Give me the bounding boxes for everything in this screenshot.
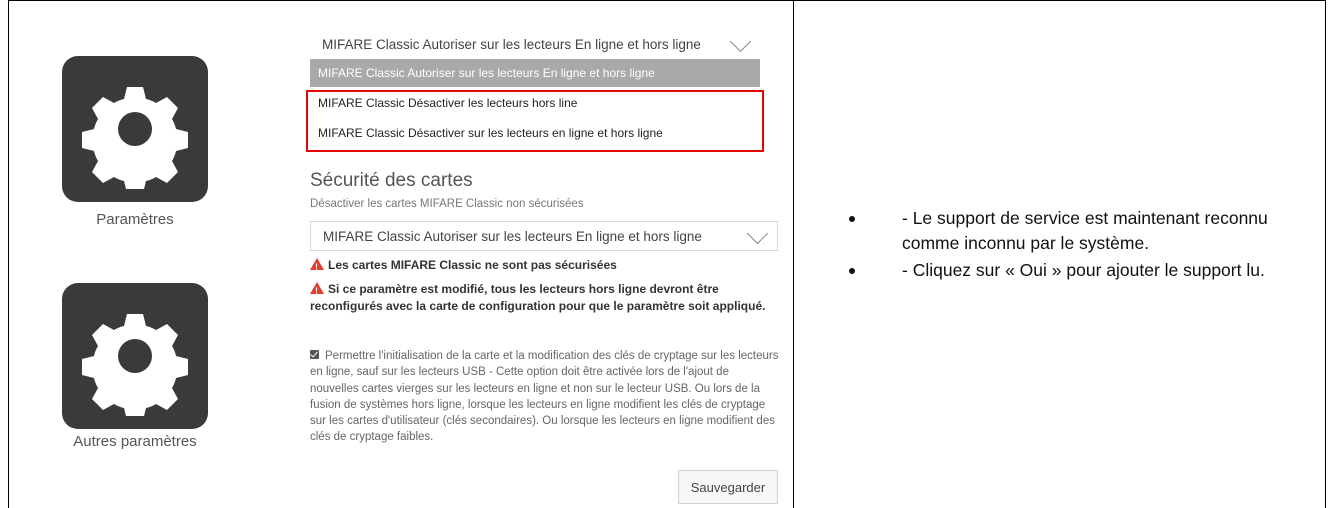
list-item: - Le support de service est maintenant r… <box>844 206 1314 256</box>
checkbox[interactable] <box>310 350 319 359</box>
warning-message: Si ce paramètre est modifié, tous les le… <box>310 281 780 315</box>
list-item-text: - Cliquez sur « Oui » pour ajouter le su… <box>902 260 1265 280</box>
init-option: Permettre l'initialisation de la carte e… <box>310 348 780 446</box>
warning-text: Si ce paramètre est modifié, tous les le… <box>310 282 766 313</box>
chevron-down-icon <box>729 30 752 53</box>
column-divider <box>793 0 794 508</box>
section-subtitle: Désactiver les cartes MIFARE Classic non… <box>310 198 584 210</box>
list-item: - Cliquez sur « Oui » pour ajouter le su… <box>844 258 1314 283</box>
gear-icon <box>82 314 188 416</box>
gear-icon <box>82 87 188 189</box>
bullet-icon <box>849 268 855 274</box>
mifare-select-value: MIFARE Classic Autoriser sur les lecteur… <box>322 36 701 52</box>
mifare-select-open[interactable]: MIFARE Classic Autoriser sur les lecteur… <box>310 29 760 59</box>
section-title: Sécurité des cartes <box>310 170 473 191</box>
card-security-select-value: MIFARE Classic Autoriser sur les lecteur… <box>323 228 702 244</box>
instructions-list: - Le support de service est maintenant r… <box>844 206 1314 285</box>
settings-label: Paramètres <box>96 211 174 228</box>
list-item-text: - Le support de service est maintenant r… <box>902 208 1268 253</box>
warning-text: Les cartes MIFARE Classic ne sont pas sé… <box>328 258 617 272</box>
card-security-select[interactable]: MIFARE Classic Autoriser sur les lecteur… <box>310 221 778 251</box>
warning-icon <box>310 258 324 276</box>
dropdown-option-highlighted[interactable]: MIFARE Classic Autoriser sur les lecteur… <box>310 59 760 87</box>
save-button[interactable]: Sauvegarder <box>678 470 778 504</box>
settings-tile[interactable] <box>62 56 208 202</box>
chevron-down-icon <box>746 222 769 245</box>
highlight-box <box>306 90 764 152</box>
bullet-icon <box>849 216 855 222</box>
checkbox-label: Permettre l'initialisation de la carte e… <box>310 350 779 444</box>
warning-icon <box>310 282 324 300</box>
other-settings-label: Autres paramètres <box>73 433 197 450</box>
warning-message: Les cartes MIFARE Classic ne sont pas sé… <box>310 257 780 276</box>
other-settings-tile[interactable] <box>62 283 208 429</box>
